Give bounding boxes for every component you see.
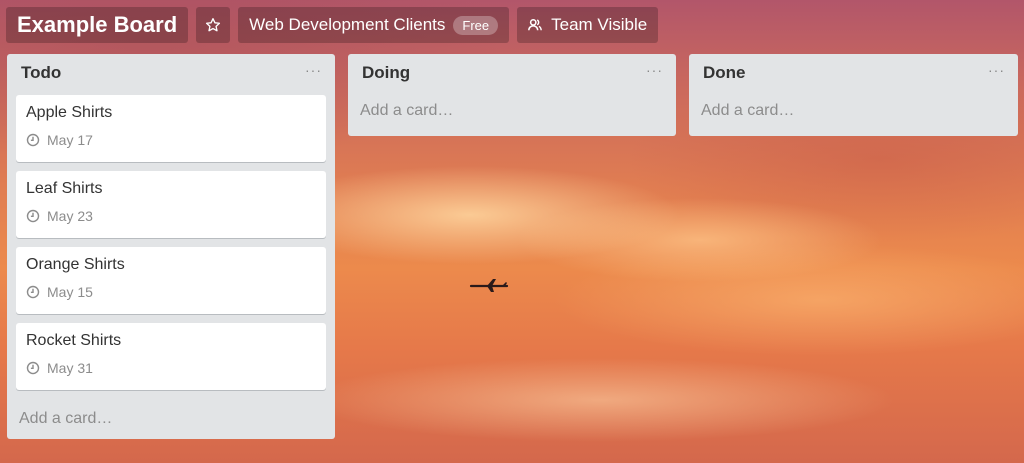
card-orange-shirts[interactable]: Orange Shirts May 15: [16, 247, 326, 314]
clock-icon: [26, 285, 40, 299]
card-leaf-shirts[interactable]: Leaf Shirts May 23: [16, 171, 326, 238]
add-card-button[interactable]: Add a card…: [348, 89, 676, 133]
list-header: Todo ···: [7, 54, 335, 92]
due-date-badge: May 23: [26, 208, 316, 224]
list-title: Doing: [362, 63, 411, 82]
due-date-badge: May 31: [26, 360, 316, 376]
due-date-badge: May 15: [26, 284, 316, 300]
card-title: Apple Shirts: [26, 104, 113, 121]
list-header: Doing ···: [348, 54, 676, 92]
star-icon: [206, 18, 221, 32]
list-menu-icon[interactable]: ···: [988, 63, 1005, 77]
list-doing: Doing ··· Add a card…: [348, 54, 676, 136]
clock-icon: [26, 133, 40, 147]
plan-badge: Free: [453, 15, 499, 35]
board-title[interactable]: Example Board: [6, 7, 189, 43]
due-date: May 23: [47, 208, 93, 224]
list-done: Done ··· Add a card…: [689, 54, 1018, 136]
list-title: Done: [703, 63, 746, 82]
card-list: Apple Shirts May 17 Leaf Shirts May 23 O…: [7, 92, 335, 390]
card-title: Leaf Shirts: [26, 180, 103, 197]
add-card-button[interactable]: Add a card…: [7, 399, 335, 439]
clock-icon: [26, 209, 40, 223]
visibility-button[interactable]: Team Visible: [517, 7, 659, 43]
list-todo: Todo ··· Apple Shirts May 17 Leaf Shirts…: [7, 54, 335, 439]
clock-icon: [26, 361, 40, 375]
list-menu-icon[interactable]: ···: [305, 63, 322, 77]
star-button[interactable]: [196, 7, 231, 43]
org-button[interactable]: Web Development Clients Free: [238, 7, 510, 43]
card-apple-shirts[interactable]: Apple Shirts May 17: [16, 95, 326, 162]
due-date: May 15: [47, 284, 93, 300]
list-header: Done ···: [689, 54, 1018, 92]
visibility-label: Team Visible: [551, 15, 648, 34]
card-title: Orange Shirts: [26, 256, 125, 273]
team-icon: [528, 18, 542, 31]
card-title: Rocket Shirts: [26, 332, 122, 349]
board-header: Example Board Web Development Clients Fr…: [6, 7, 659, 43]
due-date: May 17: [47, 132, 93, 148]
org-name: Web Development Clients: [249, 15, 446, 34]
list-menu-icon[interactable]: ···: [646, 63, 663, 77]
add-card-button[interactable]: Add a card…: [689, 89, 1018, 133]
card-rocket-shirts[interactable]: Rocket Shirts May 31: [16, 323, 326, 390]
list-title: Todo: [21, 63, 62, 82]
due-date: May 31: [47, 360, 93, 376]
airplane-silhouette: [469, 279, 509, 292]
due-date-badge: May 17: [26, 132, 316, 148]
